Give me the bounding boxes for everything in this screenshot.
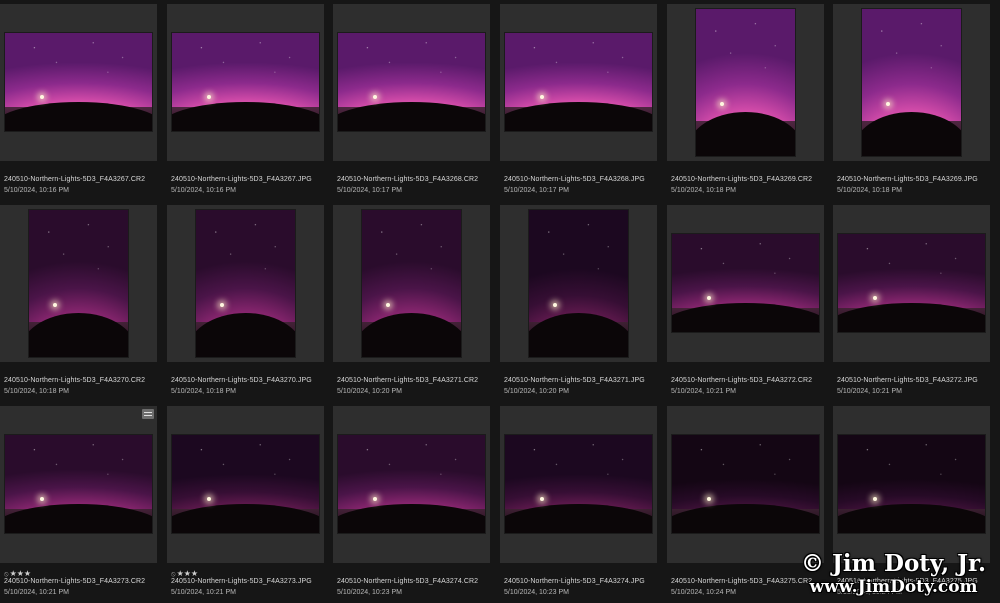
thumbnail-cell[interactable]: 240510-Northern-Lights-5D3_F4A3270.CR2 5/… xyxy=(0,205,157,401)
reject-flag-icon[interactable]: ⦸ xyxy=(4,571,9,578)
thumbnail-filename: 240510-Northern-Lights-5D3_F4A3270.CR2 xyxy=(4,377,146,384)
thumbnail-cell[interactable]: ⦸★★★ 240510-Northern-Lights-5D3_F4A3273.J… xyxy=(167,406,324,602)
thumbnail-filename: 240510-Northern-Lights-5D3_F4A3270.JPG xyxy=(171,377,312,384)
rating-stars: ★★★ xyxy=(176,569,199,578)
aurora-photo-preview xyxy=(172,33,319,131)
thumbnail-filename: 240510-Northern-Lights-5D3_F4A3271.JPG xyxy=(504,377,645,384)
thumbnail-frame[interactable] xyxy=(0,4,157,161)
aurora-photo-preview xyxy=(196,210,295,357)
thumbnail-cell[interactable]: 240510-Northern-Lights-5D3_F4A3267.CR2 5/… xyxy=(0,4,157,200)
aurora-photo-preview xyxy=(362,210,461,357)
thumbnail-cell[interactable]: 240510-Northern-Lights-5D3_F4A3274.JPG 5/… xyxy=(500,406,657,602)
thumbnail-frame[interactable] xyxy=(167,406,324,563)
aurora-photo-preview xyxy=(5,435,152,533)
aurora-photo-preview xyxy=(29,210,128,357)
thumbnail-filename: 240510-Northern-Lights-5D3_F4A3275.CR2 xyxy=(671,578,813,585)
thumbnail-cell[interactable]: 240510-Northern-Lights-5D3_F4A3271.CR2 5/… xyxy=(333,205,490,401)
thumbnail-frame[interactable] xyxy=(0,406,157,563)
thumbnail-filename: 240510-Northern-Lights-5D3_F4A3274.CR2 xyxy=(337,578,479,585)
thumbnail-date: 5/10/2024, 10:21 PM xyxy=(671,388,736,395)
thumbnail-date: 5/10/2024, 10:23 PM xyxy=(337,589,402,596)
aurora-photo-preview xyxy=(505,33,652,131)
thumbnail-date: 5/10/2024, 10:16 PM xyxy=(171,187,236,194)
thumbnail-date: 5/10/2024, 10:21 PM xyxy=(4,589,69,596)
thumbnail-frame[interactable] xyxy=(833,406,990,563)
thumbnail-filename: 240510-Northern-Lights-5D3_F4A3274.JPG xyxy=(504,578,645,585)
thumbnail-date: 5/10/2024, 10:21 PM xyxy=(171,589,236,596)
aurora-photo-preview xyxy=(696,9,795,156)
thumbnail-cell[interactable]: 240510-Northern-Lights-5D3_F4A3268.JPG 5/… xyxy=(500,4,657,200)
thumbnail-frame[interactable] xyxy=(333,4,490,161)
thumbnail-frame[interactable] xyxy=(500,406,657,563)
thumbnail-frame[interactable] xyxy=(167,4,324,161)
thumbnail-date: 5/10/2024, 10:24 PM xyxy=(671,589,736,596)
thumbnail-frame[interactable] xyxy=(333,205,490,362)
thumbnail-date: 5/10/2024, 10:20 PM xyxy=(504,388,569,395)
watermark-url: www.JimDoty.com xyxy=(809,577,978,597)
aurora-photo-preview xyxy=(172,435,319,533)
thumbnail-cell[interactable]: 240510-Northern-Lights-5D3_F4A3272.JPG 5/… xyxy=(833,205,990,401)
thumbnail-filename: 240510-Northern-Lights-5D3_F4A3272.JPG xyxy=(837,377,978,384)
thumbnail-date: 5/10/2024, 10:20 PM xyxy=(337,388,402,395)
aurora-photo-preview xyxy=(529,210,628,357)
thumbnail-cell[interactable]: 240510-Northern-Lights-5D3_F4A3270.JPG 5/… xyxy=(167,205,324,401)
thumbnail-frame[interactable] xyxy=(167,205,324,362)
thumbnail-filename: 240510-Northern-Lights-5D3_F4A3273.CR2 xyxy=(4,578,146,585)
thumbnail-filename: 240510-Northern-Lights-5D3_F4A3272.CR2 xyxy=(671,377,813,384)
thumbnail-frame[interactable] xyxy=(333,406,490,563)
thumbnail-filename: 240510-Northern-Lights-5D3_F4A3267.JPG xyxy=(171,176,312,183)
copyright-watermark: © Jim Doty, Jr. www.JimDoty.com xyxy=(801,550,986,598)
thumbnail-grid: 240510-Northern-Lights-5D3_F4A3267.CR2 5/… xyxy=(0,0,1000,603)
aurora-photo-preview xyxy=(838,234,985,332)
thumbnail-filename: 240510-Northern-Lights-5D3_F4A3267.CR2 xyxy=(4,176,146,183)
thumbnail-date: 5/10/2024, 10:21 PM xyxy=(837,388,902,395)
aurora-photo-preview xyxy=(5,33,152,131)
thumbnail-date: 5/10/2024, 10:17 PM xyxy=(337,187,402,194)
thumbnail-filename: 240510-Northern-Lights-5D3_F4A3269.JPG xyxy=(837,176,978,183)
thumbnail-date: 5/10/2024, 10:17 PM xyxy=(504,187,569,194)
thumbnail-frame[interactable] xyxy=(833,4,990,161)
thumbnail-cell[interactable]: 240510-Northern-Lights-5D3_F4A3267.JPG 5/… xyxy=(167,4,324,200)
aurora-photo-preview xyxy=(838,435,985,533)
aurora-photo-preview xyxy=(862,9,961,156)
thumbnail-cell[interactable]: 240510-Northern-Lights-5D3_F4A3274.CR2 5/… xyxy=(333,406,490,602)
thumbnail-cell[interactable]: 240510-Northern-Lights-5D3_F4A3269.CR2 5/… xyxy=(667,4,824,200)
thumbnail-date: 5/10/2024, 10:18 PM xyxy=(171,388,236,395)
thumbnail-date: 5/10/2024, 10:18 PM xyxy=(4,388,69,395)
thumbnail-filename: 240510-Northern-Lights-5D3_F4A3269.CR2 xyxy=(671,176,813,183)
thumbnail-cell[interactable]: 240510-Northern-Lights-5D3_F4A3272.CR2 5/… xyxy=(667,205,824,401)
thumbnail-cell[interactable]: ⦸★★★ 240510-Northern-Lights-5D3_F4A3273.C… xyxy=(0,406,157,602)
thumbnail-cell[interactable]: 240510-Northern-Lights-5D3_F4A3271.JPG 5/… xyxy=(500,205,657,401)
thumbnail-frame[interactable] xyxy=(667,4,824,161)
thumbnail-frame[interactable] xyxy=(667,205,824,362)
aurora-photo-preview xyxy=(338,33,485,131)
adjustments-badge-icon[interactable] xyxy=(142,409,154,419)
thumbnail-date: 5/10/2024, 10:23 PM xyxy=(504,589,569,596)
thumbnail-date: 5/10/2024, 10:18 PM xyxy=(671,187,736,194)
thumbnail-date: 5/10/2024, 10:16 PM xyxy=(4,187,69,194)
thumbnail-frame[interactable] xyxy=(500,4,657,161)
thumbnail-frame[interactable] xyxy=(833,205,990,362)
thumbnail-filename: 240510-Northern-Lights-5D3_F4A3273.JPG xyxy=(171,578,312,585)
reject-flag-icon[interactable]: ⦸ xyxy=(171,571,176,578)
rating-stars: ★★★ xyxy=(9,569,32,578)
aurora-photo-preview xyxy=(505,435,652,533)
aurora-photo-preview xyxy=(338,435,485,533)
thumbnail-filename: 240510-Northern-Lights-5D3_F4A3268.JPG xyxy=(504,176,645,183)
thumbnail-frame[interactable] xyxy=(0,205,157,362)
watermark-copyright: © Jim Doty, Jr. xyxy=(801,550,986,577)
thumbnail-frame[interactable] xyxy=(500,205,657,362)
thumbnail-frame[interactable] xyxy=(667,406,824,563)
aurora-photo-preview xyxy=(672,234,819,332)
thumbnail-cell[interactable]: 240510-Northern-Lights-5D3_F4A3269.JPG 5/… xyxy=(833,4,990,200)
thumbnail-filename: 240510-Northern-Lights-5D3_F4A3271.CR2 xyxy=(337,377,479,384)
thumbnail-cell[interactable]: 240510-Northern-Lights-5D3_F4A3268.CR2 5/… xyxy=(333,4,490,200)
thumbnail-date: 5/10/2024, 10:18 PM xyxy=(837,187,902,194)
aurora-photo-preview xyxy=(672,435,819,533)
thumbnail-filename: 240510-Northern-Lights-5D3_F4A3268.CR2 xyxy=(337,176,479,183)
